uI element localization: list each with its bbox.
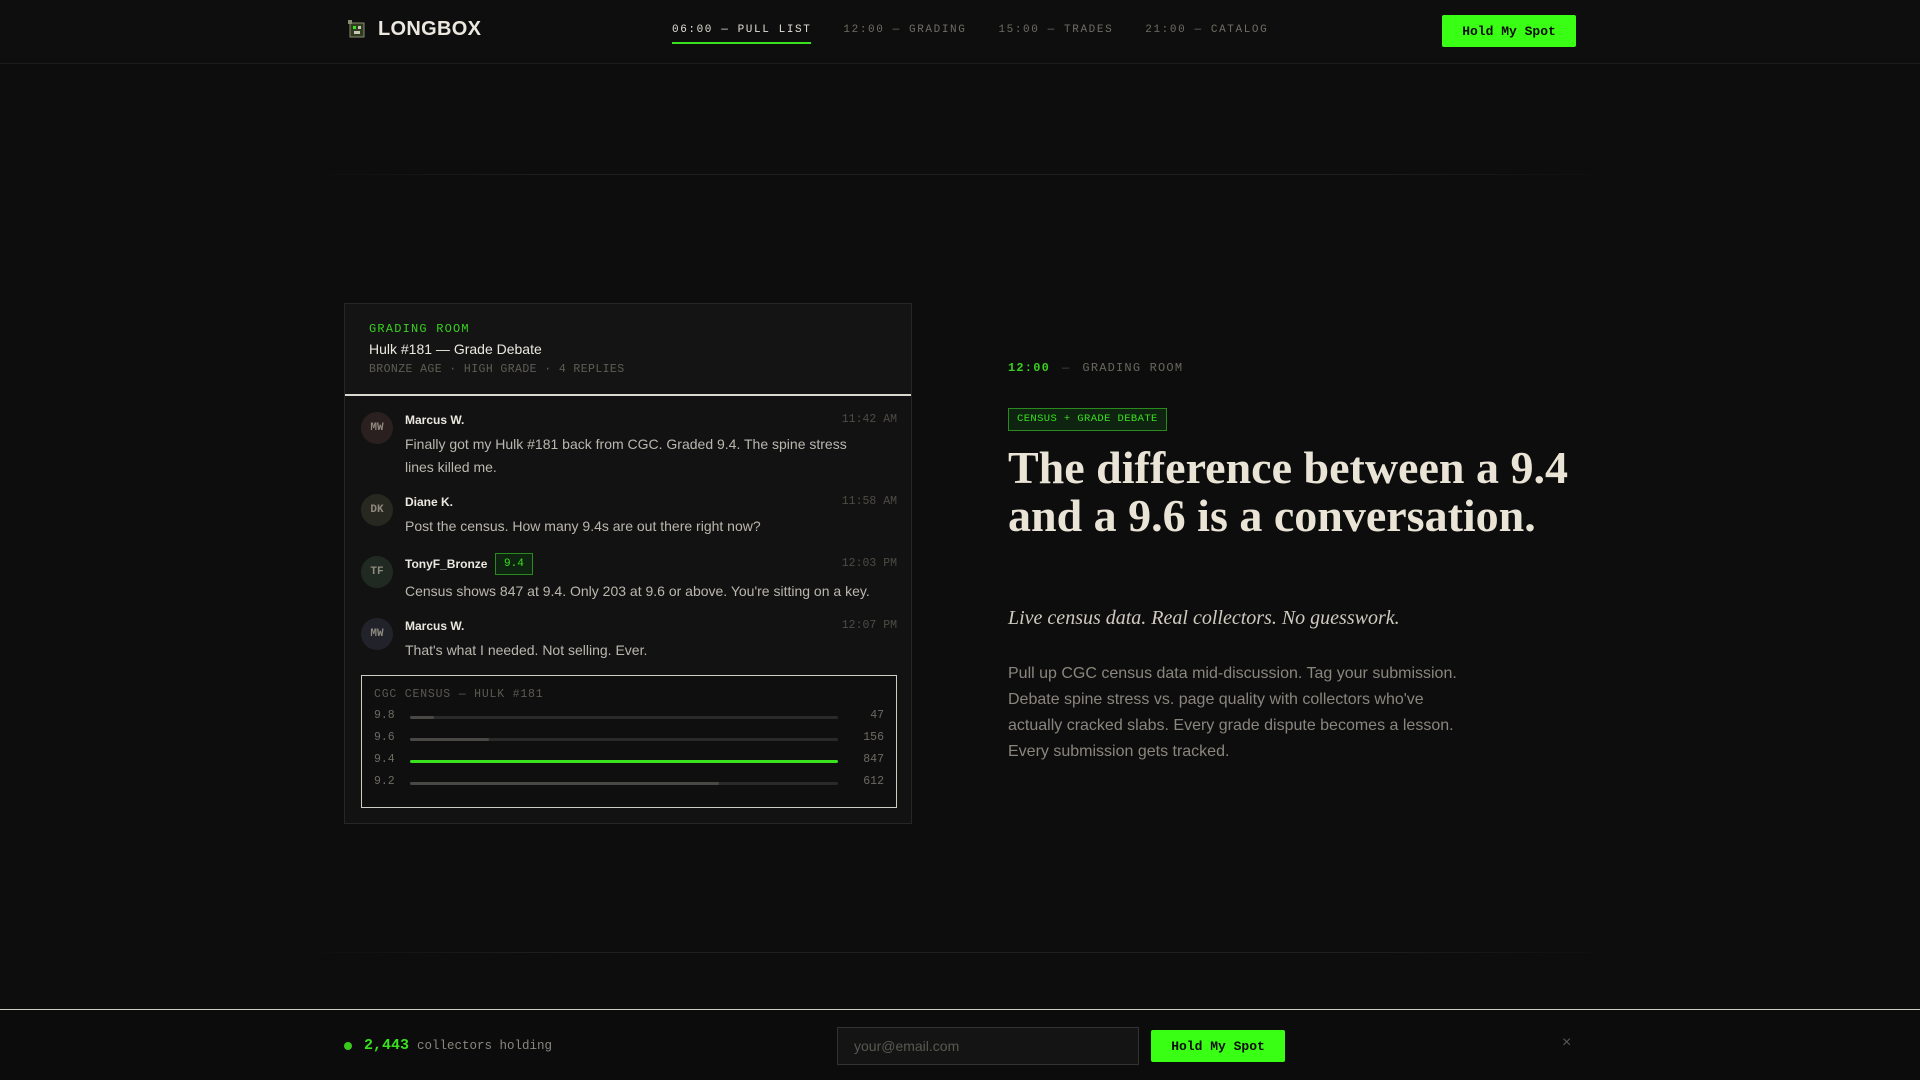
section-name: GRADING ROOM <box>1082 361 1184 375</box>
census-bar-track <box>410 760 838 763</box>
logo-icon <box>348 19 365 37</box>
message-author[interactable]: TonyF_Bronze <box>405 557 487 571</box>
section-divider <box>300 174 1620 175</box>
avatar[interactable]: MW <box>361 412 393 444</box>
census-row: 9.4 847 <box>374 749 884 771</box>
message-text: Post the census. How many 9.4s are out t… <box>405 518 761 534</box>
collector-count: 2,443 <box>364 1037 410 1054</box>
feature-tag: CENSUS + GRADE DEBATE <box>1008 408 1167 431</box>
hero-subhead: Live census data. Real collectors. No gu… <box>1008 607 1400 629</box>
message-time: 11:42 AM <box>841 413 897 426</box>
nav-pull-list[interactable]: 06:00 — PULL LIST <box>672 24 812 44</box>
live-status-dot <box>344 1042 352 1050</box>
message-text: Finally got my Hulk #181 back from CGC. … <box>405 436 847 475</box>
close-icon[interactable]: × <box>1562 1034 1571 1052</box>
hero-body: Pull up CGC census data mid-discussion. … <box>1008 665 1457 760</box>
message-text: That's what I needed. Not selling. Ever. <box>405 642 648 658</box>
census-card: CGC CENSUS — HULK #181 9.8 47 9.6 156 9.… <box>361 675 897 808</box>
nav-catalog[interactable]: 21:00 — CATALOG <box>1145 24 1268 44</box>
main-nav: 06:00 — PULL LIST 12:00 — GRADING 15:00 … <box>672 24 1268 44</box>
grade-badge: 9.4 <box>495 553 533 575</box>
census-grade: 9.8 <box>374 709 395 722</box>
census-bar-track <box>410 738 838 741</box>
thread-header: GRADING ROOM Hulk #181 — Grade Debate BR… <box>345 304 911 396</box>
census-count: 47 <box>870 709 884 722</box>
census-row: 9.6 156 <box>374 727 884 749</box>
census-count: 156 <box>863 731 884 744</box>
message-time: 12:07 PM <box>841 619 897 632</box>
census-bar <box>410 716 434 719</box>
hero-headline: The difference between a 9.4 and a 9.6 i… <box>1008 442 1568 541</box>
brand-name: LONGBOX <box>378 18 482 40</box>
census-grade: 9.6 <box>374 731 395 744</box>
signup-bar: 2,443 collectors holding Hold My Spot × <box>0 1009 1920 1080</box>
census-bar <box>410 760 838 763</box>
nav-trades[interactable]: 15:00 — TRADES <box>998 24 1113 44</box>
message-author[interactable]: Marcus W. <box>405 413 464 427</box>
message-time: 11:58 AM <box>841 495 897 508</box>
top-navigation-bar: LONGBOX 06:00 — PULL LIST 12:00 — GRADIN… <box>0 0 1920 64</box>
avatar[interactable]: MW <box>361 618 393 650</box>
avatar[interactable]: TF <box>361 556 393 588</box>
thread-title[interactable]: Hulk #181 — Grade Debate <box>369 341 887 357</box>
message-time: 12:03 PM <box>841 557 897 570</box>
nav-grading[interactable]: 12:00 — GRADING <box>843 24 966 44</box>
section-divider <box>300 952 1620 953</box>
census-count: 847 <box>863 753 884 766</box>
census-title: CGC CENSUS — HULK #181 <box>374 688 544 701</box>
hold-my-spot-submit-button[interactable]: Hold My Spot <box>1151 1030 1285 1062</box>
census-bar-track <box>410 782 838 785</box>
section-eyebrow: 12:00 — GRADING ROOM <box>1008 361 1183 375</box>
message-author[interactable]: Diane K. <box>405 495 453 509</box>
census-row: 9.8 47 <box>374 705 884 727</box>
email-field[interactable] <box>837 1027 1139 1065</box>
census-bar <box>410 738 489 741</box>
census-bar-track <box>410 716 838 719</box>
hold-my-spot-button[interactable]: Hold My Spot <box>1442 15 1576 47</box>
thread-meta: BRONZE AGE · HIGH GRADE · 4 REPLIES <box>369 363 625 376</box>
census-bar <box>410 782 720 785</box>
avatar[interactable]: DK <box>361 494 393 526</box>
census-grade: 9.2 <box>374 775 395 788</box>
message-text: Census shows 847 at 9.4. Only 203 at 9.6… <box>405 583 870 599</box>
census-grade: 9.4 <box>374 753 395 766</box>
thread-room-label: GRADING ROOM <box>369 322 470 336</box>
collector-count-label: collectors holding <box>417 1039 553 1053</box>
eyebrow-dash: — <box>1062 361 1071 375</box>
census-count: 612 <box>863 775 884 788</box>
message-author[interactable]: Marcus W. <box>405 619 464 633</box>
brand-logo[interactable]: LONGBOX <box>348 18 481 41</box>
census-row: 9.2 612 <box>374 771 884 793</box>
section-time: 12:00 <box>1008 361 1051 375</box>
grading-thread-panel: GRADING ROOM Hulk #181 — Grade Debate BR… <box>344 303 912 824</box>
